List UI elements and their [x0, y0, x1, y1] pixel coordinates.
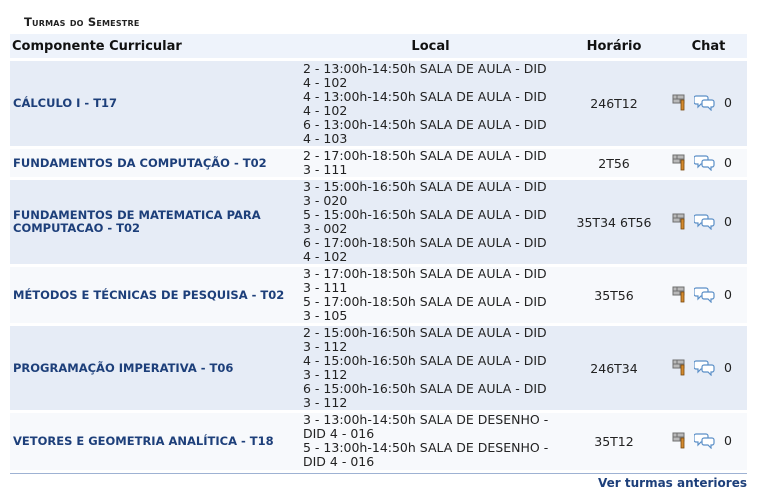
local-line: 5 - 17:00h-18:50h SALA DE AULA - DID — [303, 294, 547, 309]
chat-count: 0 — [724, 286, 732, 302]
classes-table-wrapper: Componente Curricular Local Horário Chat… — [10, 34, 747, 470]
horario-cell: 35T12 — [558, 410, 670, 470]
chat-bubbles-icon[interactable] — [693, 358, 716, 379]
local-line: 3 - 112 — [303, 339, 348, 354]
local-line: 3 - 105 — [303, 308, 348, 323]
header-horario: Horário — [558, 34, 670, 60]
chat-cell: 0 — [670, 146, 747, 179]
local-line: 3 - 111 — [303, 280, 348, 295]
local-cell: 3 - 13:00h-14:50h SALA DE DESENHO - DID 4… — [303, 410, 558, 470]
table-row: VETORES E GEOMETRIA ANALÍTICA - T18 3 - 1… — [10, 410, 747, 470]
table-row: PROGRAMAÇÃO IMPERATIVA - T06 2 - 15:00h-1… — [10, 323, 747, 412]
header-chat: Chat — [670, 34, 747, 60]
table-row: FUNDAMENTOS DA COMPUTAÇÃO - T02 2 - 17:00… — [10, 146, 747, 179]
chat-bubbles-icon[interactable] — [693, 93, 716, 114]
wall-icon[interactable] — [670, 431, 688, 452]
local-line: DID 4 - 016 — [303, 454, 375, 470]
local-line: 4 - 102 — [303, 249, 348, 264]
section-title: Turmas do Semestre — [24, 15, 140, 29]
local-line: 6 - 15:00h-16:50h SALA DE AULA - DID — [303, 381, 547, 396]
local-cell: 2 - 13:00h-14:50h SALA DE AULA - DID 4 - … — [303, 58, 558, 148]
course-link[interactable]: CÁLCULO I - T17 — [10, 58, 303, 148]
local-line: 5 - 15:00h-16:50h SALA DE AULA - DID — [303, 207, 547, 222]
horario-cell: 2T56 — [558, 146, 670, 179]
header-local: Local — [303, 34, 558, 60]
table-row: CÁLCULO I - T17 2 - 13:00h-14:50h SALA DE… — [10, 58, 747, 148]
chat-cell: 0 — [670, 58, 747, 148]
classes-table: Componente Curricular Local Horário Chat… — [10, 34, 747, 470]
chat-bubbles-icon[interactable] — [693, 285, 716, 306]
chat-count: 0 — [724, 154, 732, 170]
local-line: 2 - 13:00h-14:50h SALA DE AULA - DID — [303, 60, 547, 76]
local-line: 6 - 17:00h-18:50h SALA DE AULA - DID — [303, 235, 547, 250]
horario-cell: 35T34 6T56 — [558, 177, 670, 266]
local-cell: 3 - 15:00h-16:50h SALA DE AULA - DID 3 - … — [303, 177, 558, 266]
table-row: FUNDAMENTOS DE MATEMATICA PARA COMPUTACA… — [10, 177, 747, 266]
local-line: 3 - 112 — [303, 367, 348, 382]
local-line: 3 - 17:00h-18:50h SALA DE AULA - DID — [303, 266, 547, 281]
local-line: 3 - 13:00h-14:50h SALA DE DESENHO - — [303, 412, 549, 428]
local-line: 4 - 103 — [303, 130, 348, 146]
horario-cell: 246T34 — [558, 323, 670, 412]
local-line: 3 - 020 — [303, 193, 348, 208]
chat-count: 0 — [724, 432, 732, 448]
chat-cell: 0 — [670, 177, 747, 266]
chat-bubbles-icon[interactable] — [693, 212, 716, 233]
wall-icon[interactable] — [670, 285, 688, 306]
header-componente: Componente Curricular — [10, 34, 303, 60]
wall-icon[interactable] — [670, 212, 688, 233]
local-line: 4 - 15:00h-16:50h SALA DE AULA - DID — [303, 353, 547, 368]
local-line: 3 - 111 — [303, 162, 348, 177]
table-header-row: Componente Curricular Local Horário Chat — [10, 34, 747, 60]
course-link[interactable]: FUNDAMENTOS DE MATEMATICA PARA COMPUTACA… — [10, 177, 303, 266]
local-cell: 3 - 17:00h-18:50h SALA DE AULA - DID 3 - … — [303, 264, 558, 325]
chat-count: 0 — [724, 359, 732, 375]
chat-cell: 0 — [670, 323, 747, 412]
chat-count: 0 — [724, 213, 732, 229]
local-line: 4 - 13:00h-14:50h SALA DE AULA - DID — [303, 88, 547, 104]
wall-icon[interactable] — [670, 358, 688, 379]
horario-cell: 35T56 — [558, 264, 670, 325]
local-cell: 2 - 17:00h-18:50h SALA DE AULA - DID 3 - … — [303, 146, 558, 179]
local-line: 2 - 17:00h-18:50h SALA DE AULA - DID — [303, 148, 547, 163]
wall-icon[interactable] — [670, 93, 688, 114]
local-cell: 2 - 15:00h-16:50h SALA DE AULA - DID 3 - … — [303, 323, 558, 412]
local-line: 4 - 102 — [303, 102, 348, 118]
local-line: 5 - 13:00h-14:50h SALA DE DESENHO - — [303, 440, 549, 456]
local-line: 6 - 13:00h-14:50h SALA DE AULA - DID — [303, 116, 547, 132]
footer-divider — [10, 473, 747, 474]
local-line: 3 - 112 — [303, 395, 348, 410]
local-line: 4 - 102 — [303, 74, 348, 90]
local-line: 3 - 002 — [303, 221, 348, 236]
wall-icon[interactable] — [670, 153, 688, 174]
local-line: DID 4 - 016 — [303, 426, 375, 442]
table-row: MÉTODOS E TÉCNICAS DE PESQUISA - T02 3 - … — [10, 264, 747, 325]
local-line: 2 - 15:00h-16:50h SALA DE AULA - DID — [303, 325, 547, 340]
chat-cell: 0 — [670, 410, 747, 470]
chat-cell: 0 — [670, 264, 747, 325]
course-link[interactable]: FUNDAMENTOS DA COMPUTAÇÃO - T02 — [10, 146, 303, 179]
course-link[interactable]: VETORES E GEOMETRIA ANALÍTICA - T18 — [10, 410, 303, 470]
horario-cell: 246T12 — [558, 58, 670, 148]
chat-bubbles-icon[interactable] — [693, 431, 716, 452]
local-line: 3 - 15:00h-16:50h SALA DE AULA - DID — [303, 179, 547, 194]
chat-count: 0 — [724, 95, 732, 110]
chat-bubbles-icon[interactable] — [693, 153, 716, 174]
course-link[interactable]: MÉTODOS E TÉCNICAS DE PESQUISA - T02 — [10, 264, 303, 325]
course-link[interactable]: PROGRAMAÇÃO IMPERATIVA - T06 — [10, 323, 303, 412]
